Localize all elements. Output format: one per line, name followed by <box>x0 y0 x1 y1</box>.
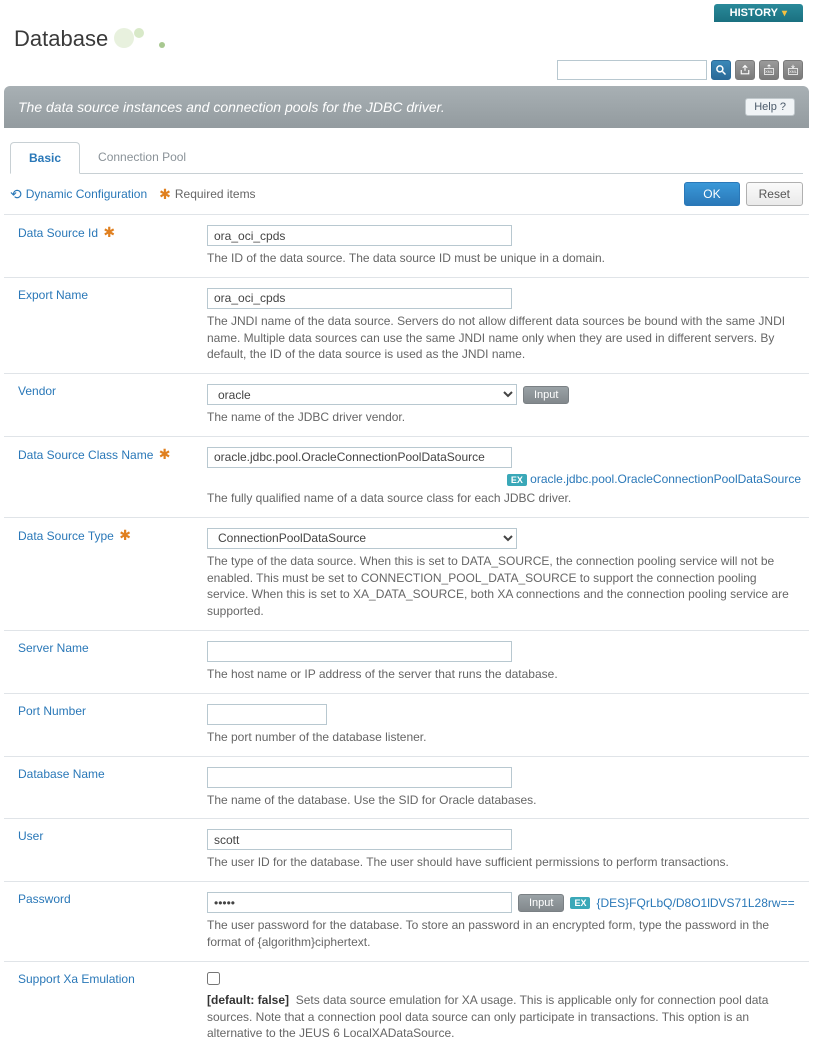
ds-class-example: oracle.jdbc.pool.OracleConnectionPoolDat… <box>530 472 801 486</box>
label-database-name: Database Name <box>18 767 105 781</box>
export-name-input[interactable] <box>207 288 512 309</box>
banner-text: The data source instances and connection… <box>18 99 445 115</box>
required-icon: ✱ <box>103 224 115 240</box>
label-data-source-id: Data Source Id <box>18 226 98 240</box>
history-button[interactable]: HISTORY ▾ <box>714 4 803 22</box>
search-input[interactable] <box>557 60 707 80</box>
user-input[interactable] <box>207 829 512 850</box>
ds-type-select[interactable]: ConnectionPoolDataSource <box>207 528 517 549</box>
desc-export-name: The JNDI name of the data source. Server… <box>207 313 801 363</box>
svg-text:XML: XML <box>765 70 773 74</box>
page-title: Database <box>14 26 108 52</box>
export-icon-button[interactable] <box>735 60 755 80</box>
port-number-input[interactable] <box>207 704 327 725</box>
label-password: Password <box>18 892 71 906</box>
label-server-name: Server Name <box>18 641 89 655</box>
desc-xa-emulation: [default: false] Sets data source emulat… <box>207 992 801 1042</box>
desc-vendor: The name of the JDBC driver vendor. <box>207 409 801 426</box>
label-export-name: Export Name <box>18 288 88 302</box>
chevron-down-icon: ▾ <box>782 8 787 19</box>
data-source-id-input[interactable] <box>207 225 512 246</box>
required-icon: ✱ <box>119 527 131 543</box>
label-ds-type: Data Source Type <box>18 529 114 543</box>
tab-connection-pool[interactable]: Connection Pool <box>80 142 204 173</box>
desc-user: The user ID for the database. The user s… <box>207 854 801 871</box>
label-xa-emulation: Support Xa Emulation <box>18 972 135 986</box>
reset-button[interactable]: Reset <box>746 182 803 206</box>
label-port-number: Port Number <box>18 704 86 718</box>
password-input[interactable] <box>207 892 512 913</box>
help-button[interactable]: Help ? <box>745 98 795 116</box>
ok-button[interactable]: OK <box>684 182 739 206</box>
xml-import-icon-button[interactable]: XML <box>759 60 779 80</box>
vendor-input-button[interactable]: Input <box>523 386 569 404</box>
xa-emulation-checkbox[interactable] <box>207 972 220 985</box>
desc-data-source-id: The ID of the data source. The data sour… <box>207 250 801 267</box>
password-example: {DES}FQrLbQ/D8O1lDVS71L28rw== <box>596 896 794 910</box>
password-input-button[interactable]: Input <box>518 894 564 912</box>
label-ds-class: Data Source Class Name <box>18 448 153 462</box>
desc-server-name: The host name or IP address of the serve… <box>207 666 801 683</box>
example-badge: EX <box>507 474 527 486</box>
example-badge: EX <box>570 897 590 909</box>
desc-database-name: The name of the database. Use the SID fo… <box>207 792 801 809</box>
database-name-input[interactable] <box>207 767 512 788</box>
required-icon: ✱ <box>159 446 171 462</box>
decorative-circles <box>114 28 165 51</box>
label-vendor: Vendor <box>18 384 56 398</box>
desc-ds-class: The fully qualified name of a data sourc… <box>207 490 801 507</box>
desc-password: The user password for the database. To s… <box>207 917 801 951</box>
search-icon-button[interactable] <box>711 60 731 80</box>
refresh-icon: ⟲ <box>10 186 22 203</box>
label-user: User <box>18 829 43 843</box>
dynamic-configuration-link[interactable]: ⟲ Dynamic Configuration <box>10 186 147 203</box>
server-name-input[interactable] <box>207 641 512 662</box>
star-icon: ✱ <box>159 187 171 201</box>
svg-text:XML: XML <box>789 70 797 74</box>
tab-basic[interactable]: Basic <box>10 142 80 174</box>
desc-ds-type: The type of the data source. When this i… <box>207 553 801 620</box>
desc-port-number: The port number of the database listener… <box>207 729 801 746</box>
vendor-select[interactable]: oracle <box>207 384 517 405</box>
required-items-legend: ✱ Required items <box>159 187 255 201</box>
history-label: HISTORY <box>730 7 778 19</box>
ds-class-input[interactable] <box>207 447 512 468</box>
xml-export-icon-button[interactable]: XML <box>783 60 803 80</box>
